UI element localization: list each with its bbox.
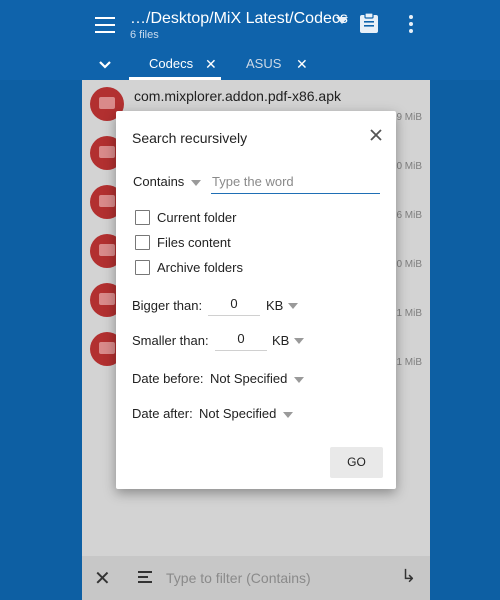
close-icon[interactable] <box>368 127 384 143</box>
checkbox-label: Archive folders <box>157 260 243 275</box>
frame-right <box>430 0 500 600</box>
frame-left <box>0 0 82 600</box>
chevron-down-icon[interactable] <box>288 303 298 309</box>
path-dropdown-icon[interactable] <box>336 17 348 24</box>
checkbox-archive-folders[interactable]: Archive folders <box>135 260 295 278</box>
file-name: com.mixplorer.addon.pdf-x86.apk <box>134 88 341 104</box>
date-after-label: Date after: <box>132 406 193 421</box>
match-mode-select[interactable]: Contains <box>133 174 184 189</box>
tab-label: Codecs <box>149 56 194 71</box>
checkbox-icon[interactable] <box>135 235 150 250</box>
checkbox-current-folder[interactable]: Current folder <box>135 210 295 228</box>
more-options-icon[interactable] <box>405 13 417 35</box>
clipboard-icon[interactable] <box>359 12 379 34</box>
menu-icon[interactable] <box>93 12 117 36</box>
date-before-label: Date before: <box>132 371 204 386</box>
smaller-than-unit[interactable]: KB <box>272 333 289 348</box>
sort-icon[interactable] <box>138 571 152 585</box>
chevron-down-icon[interactable] <box>98 58 112 72</box>
checkbox-label: Files content <box>157 235 231 250</box>
tab-codecs[interactable]: Codecs ✕ <box>149 56 217 72</box>
checkbox-files-content[interactable]: Files content <box>135 235 295 253</box>
file-size: 9 MiB <box>396 112 422 123</box>
bigger-than-input[interactable]: 0 <box>208 294 260 316</box>
file-size: 0 MiB <box>396 259 422 270</box>
date-after-select[interactable]: Not Specified <box>199 406 276 421</box>
chevron-down-icon[interactable] <box>294 338 304 344</box>
filter-input[interactable]: Type to filter (Contains) <box>166 570 311 586</box>
dialog-title: Search recursively <box>132 130 248 146</box>
current-path[interactable]: …/Desktop/MiX Latest/Codecs <box>130 10 348 28</box>
chevron-down-icon[interactable] <box>283 412 293 418</box>
file-size: 6 MiB <box>396 210 422 221</box>
filter-bar: ✕ Type to filter (Contains) ↳ <box>82 556 430 600</box>
file-size: 0 MiB <box>396 161 422 172</box>
file-size: 1 MiB <box>396 308 422 319</box>
enter-icon[interactable]: ↳ <box>401 566 416 587</box>
chevron-down-icon[interactable] <box>191 180 201 186</box>
tab-label: ASUS <box>246 56 282 71</box>
bigger-than-unit[interactable]: KB <box>266 298 283 313</box>
file-size: 1 MiB <box>396 357 422 368</box>
file-count: 6 files <box>130 29 159 41</box>
bigger-than-label: Bigger than: <box>132 298 203 313</box>
close-tab-icon[interactable]: ✕ <box>296 56 308 73</box>
date-before-select[interactable]: Not Specified <box>210 371 287 386</box>
go-button[interactable]: GO <box>330 447 383 478</box>
app-bar: …/Desktop/MiX Latest/Codecs 6 files <box>0 0 500 50</box>
checkbox-label: Current folder <box>157 210 237 225</box>
checkbox-icon[interactable] <box>135 210 150 225</box>
close-icon[interactable]: ✕ <box>94 566 111 591</box>
smaller-than-input[interactable]: 0 <box>215 329 267 351</box>
chevron-down-icon[interactable] <box>294 377 304 383</box>
tab-asus[interactable]: ASUS ✕ <box>246 56 308 72</box>
close-tab-icon[interactable]: ✕ <box>205 56 217 73</box>
checkbox-icon[interactable] <box>135 260 150 275</box>
search-dialog: Search recursively Contains Current fold… <box>116 111 396 489</box>
smaller-than-label: Smaller than: <box>132 333 209 348</box>
search-input[interactable] <box>211 169 380 194</box>
tab-bar: Codecs ✕ ASUS ✕ <box>0 50 500 80</box>
